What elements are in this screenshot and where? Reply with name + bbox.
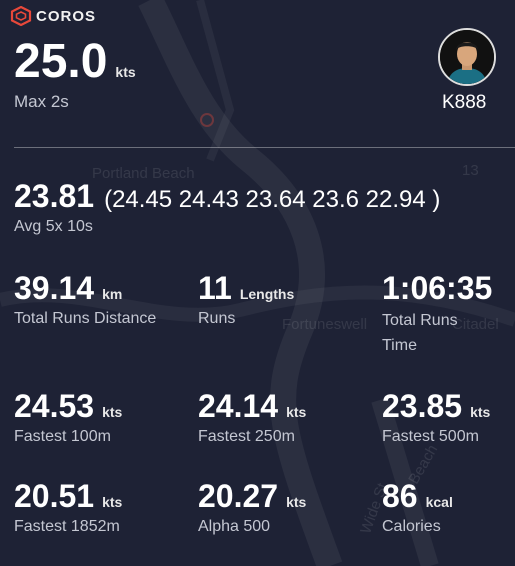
stat-runs: 11 Lengths Runs (198, 272, 294, 330)
coros-logo: COROS (10, 6, 96, 26)
max-speed-unit: kts (115, 64, 136, 80)
stat-calories: 86 kcal Calories (382, 480, 453, 538)
stat-value: 39.14 (14, 270, 95, 306)
stat-label: Fastest 100m (14, 428, 111, 445)
stat-value: 20.51 (14, 478, 95, 514)
stat-value: 24.14 (198, 388, 279, 424)
stat-label: Fastest 500m (382, 428, 479, 445)
stat-unit: kts (102, 404, 123, 420)
stat-label: Total Runs Distance (14, 310, 157, 327)
divider (14, 147, 515, 148)
stat-fastest-500m: 23.85 kts Fastest 500m (382, 390, 490, 448)
stat-alpha-500: 20.27 kts Alpha 500 (198, 480, 306, 538)
stat-value: 11 (198, 270, 232, 306)
stat-total-runs-distance: 39.14 km Total Runs Distance (14, 272, 156, 330)
stat-value: 23.85 (382, 388, 463, 424)
stat-unit: kts (286, 494, 307, 510)
username: K888 (442, 92, 487, 113)
user-avatar-icon (440, 30, 494, 84)
stat-fastest-100m: 24.53 kts Fastest 100m (14, 390, 122, 448)
avg-speed-label: Avg 5x 10s (14, 218, 93, 235)
stat-unit: kcal (425, 494, 453, 510)
stat-unit: Lengths (239, 286, 295, 302)
stat-label: Total Runs Time (382, 312, 458, 354)
map-label: Fortuneswell (282, 316, 368, 333)
stat-label: Fastest 1852m (14, 518, 120, 535)
max-speed-value: 25.0 (14, 35, 108, 88)
map-label: 13 (462, 162, 479, 179)
max-speed: 25.0 kts Max 2s (14, 38, 136, 112)
stat-value: 20.27 (198, 478, 279, 514)
stat-value: 1:06:35 (382, 270, 493, 306)
avg-speed-details: (24.45 24.43 23.64 23.6 22.94 ) (104, 186, 441, 213)
stat-label: Runs (198, 310, 236, 327)
hexagon-logo-icon (10, 6, 32, 26)
avg-speed-value: 23.81 (14, 178, 95, 214)
stat-value: 24.53 (14, 388, 95, 424)
stat-label: Calories (382, 518, 441, 535)
stat-unit: km (102, 286, 123, 302)
stat-label: Fastest 250m (198, 428, 295, 445)
stat-label: Alpha 500 (198, 518, 271, 535)
max-speed-label: Max 2s (14, 92, 69, 111)
stat-value: 86 (382, 478, 418, 514)
stat-fastest-250m: 24.14 kts Fastest 250m (198, 390, 306, 448)
avatar[interactable] (438, 28, 496, 86)
stat-unit: kts (286, 404, 307, 420)
stat-total-runs-time: 1:06:35 Total Runs Time (382, 272, 492, 358)
stat-unit: kts (470, 404, 491, 420)
stat-unit: kts (102, 494, 123, 510)
avg-speed: 23.81 (24.45 24.43 23.64 23.6 22.94 ) Av… (14, 180, 440, 236)
stat-fastest-1852m: 20.51 kts Fastest 1852m (14, 480, 122, 538)
brand-name: COROS (36, 7, 97, 25)
